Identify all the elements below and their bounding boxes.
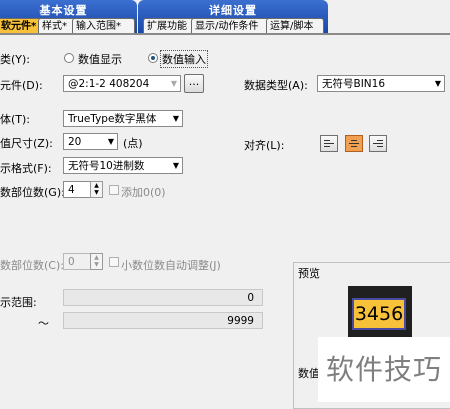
basic-settings-title: 基本设置 xyxy=(39,4,88,17)
size-value: 20 xyxy=(68,136,82,148)
align-left-button[interactable] xyxy=(320,135,338,152)
radio-numeric-display-label[interactable]: 数值显示 xyxy=(78,51,122,67)
add-zero-checkbox[interactable] xyxy=(109,185,119,195)
format-label: 示格式(F): xyxy=(0,162,52,175)
range-max-field: 9999 xyxy=(63,312,263,329)
tab-divider xyxy=(0,33,450,35)
preview-label: 预览 xyxy=(298,267,320,280)
device-value: @2:1-2 408204 xyxy=(68,78,150,90)
detail-settings-title: 详细设置 xyxy=(209,4,257,17)
frac-digits-spinner[interactable]: ▲ ▼ xyxy=(90,253,103,270)
font-value: TrueType数字黑体 xyxy=(68,113,157,125)
format-select[interactable]: 无符号10进制数 ▼ xyxy=(63,157,183,174)
frac-digits-input[interactable]: 0 xyxy=(63,253,91,270)
data-type-value: 无符号BIN16 xyxy=(322,78,386,90)
format-value: 无符号10进制数 xyxy=(68,160,145,172)
device-label: 元件(D): xyxy=(0,79,43,92)
preview-value: 3456 xyxy=(352,298,406,330)
font-label: 体(T): xyxy=(0,113,31,126)
range-separator: ～ xyxy=(38,317,49,330)
frac-digits-label: 数部位数(C): xyxy=(0,259,64,272)
font-select[interactable]: TrueType数字黑体 ▼ xyxy=(63,110,183,127)
preview-lamp: 3456 xyxy=(348,286,412,342)
int-digits-input[interactable]: 4 xyxy=(63,181,91,198)
preview-bottom-label: 数值 xyxy=(298,367,320,380)
range-label: 示范围: xyxy=(0,296,37,309)
tab-style[interactable]: 样式* xyxy=(38,18,76,34)
int-digits-spinner[interactable]: ▲ ▼ xyxy=(90,181,103,198)
device-input[interactable]: @2:1-2 408204 ▼ xyxy=(63,75,181,92)
chevron-down-icon: ▼ xyxy=(172,161,179,170)
size-label: 值尺寸(Z): xyxy=(0,137,53,150)
auto-adjust-checkbox[interactable] xyxy=(109,257,119,267)
watermark-text: 软件技巧 xyxy=(318,337,450,402)
chevron-down-icon: ▼ xyxy=(107,137,114,146)
chevron-down-icon: ▼ xyxy=(172,114,179,123)
align-center-button[interactable] xyxy=(345,135,363,152)
radio-numeric-input-label[interactable]: 数值输入 xyxy=(160,50,208,68)
size-unit: (点) xyxy=(123,137,143,150)
browse-button[interactable]: ... xyxy=(184,74,204,93)
chevron-down-icon: ▼ xyxy=(434,79,441,88)
data-type-label: 数据类型(A): xyxy=(244,79,308,92)
tab-input-range[interactable]: 输入范围* xyxy=(72,18,135,34)
chevron-down-icon: ▼ xyxy=(170,79,177,88)
data-type-select[interactable]: 无符号BIN16 ▼ xyxy=(317,75,445,92)
auto-adjust-label: 小数位数自动调整(J) xyxy=(121,259,221,272)
range-min-field: 0 xyxy=(63,289,263,306)
tab-extended[interactable]: 扩展功能 xyxy=(143,18,196,34)
radio-numeric-display[interactable] xyxy=(64,53,74,63)
align-right-button[interactable] xyxy=(369,135,387,152)
add-zero-label: 添加0(0) xyxy=(121,186,166,199)
int-digits-label: 数部位数(G): xyxy=(0,186,65,199)
tab-display-condition[interactable]: 显示/动作条件 xyxy=(191,18,271,34)
tab-script[interactable]: 运算/脚本 xyxy=(266,18,324,34)
size-select[interactable]: 20 ▼ xyxy=(63,133,118,150)
align-label: 对齐(L): xyxy=(244,139,285,152)
type-label: 类(Y): xyxy=(0,53,31,66)
radio-numeric-input[interactable] xyxy=(148,53,158,63)
